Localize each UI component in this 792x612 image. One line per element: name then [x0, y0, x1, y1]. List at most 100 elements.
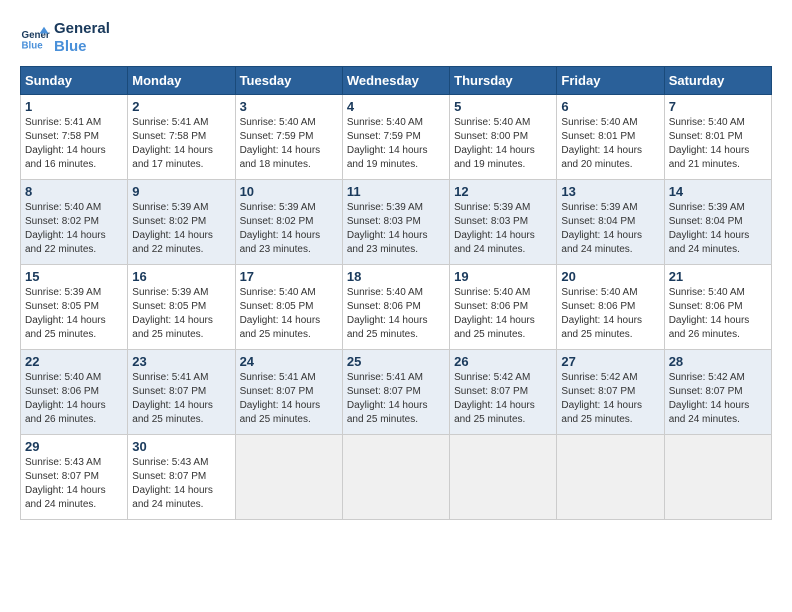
- logo-blue: Blue: [54, 38, 110, 56]
- calendar-cell: 19 Sunrise: 5:40 AM Sunset: 8:06 PM Dayl…: [450, 265, 557, 350]
- daylight-label: Daylight: 14 hours and 25 minutes.: [347, 315, 428, 340]
- daylight-label: Daylight: 14 hours and 24 minutes.: [561, 230, 642, 255]
- day-number: 17: [240, 269, 338, 284]
- day-number: 20: [561, 269, 659, 284]
- day-number: 30: [132, 439, 230, 454]
- sunrise-label: Sunrise: 5:40 AM: [669, 287, 745, 298]
- day-info: Sunrise: 5:39 AM Sunset: 8:02 PM Dayligh…: [132, 201, 230, 257]
- sunset-label: Sunset: 8:03 PM: [454, 216, 528, 227]
- day-info: Sunrise: 5:43 AM Sunset: 8:07 PM Dayligh…: [25, 456, 123, 512]
- day-info: Sunrise: 5:40 AM Sunset: 8:02 PM Dayligh…: [25, 201, 123, 257]
- sunset-label: Sunset: 8:07 PM: [132, 386, 206, 397]
- page-header: General Blue General Blue: [20, 20, 772, 56]
- daylight-label: Daylight: 14 hours and 21 minutes.: [669, 145, 750, 170]
- calendar-cell: [235, 435, 342, 520]
- daylight-label: Daylight: 14 hours and 24 minutes.: [132, 485, 213, 510]
- sunrise-label: Sunrise: 5:40 AM: [25, 372, 101, 383]
- day-info: Sunrise: 5:39 AM Sunset: 8:03 PM Dayligh…: [347, 201, 445, 257]
- day-number: 14: [669, 184, 767, 199]
- daylight-label: Daylight: 14 hours and 23 minutes.: [347, 230, 428, 255]
- sunrise-label: Sunrise: 5:39 AM: [454, 202, 530, 213]
- sunrise-label: Sunrise: 5:41 AM: [132, 372, 208, 383]
- calendar-week-5: 29 Sunrise: 5:43 AM Sunset: 8:07 PM Dayl…: [21, 435, 772, 520]
- sunset-label: Sunset: 8:06 PM: [347, 301, 421, 312]
- day-number: 15: [25, 269, 123, 284]
- calendar-cell: 5 Sunrise: 5:40 AM Sunset: 8:00 PM Dayli…: [450, 95, 557, 180]
- sunrise-label: Sunrise: 5:43 AM: [25, 457, 101, 468]
- day-info: Sunrise: 5:41 AM Sunset: 7:58 PM Dayligh…: [132, 116, 230, 172]
- sunrise-label: Sunrise: 5:43 AM: [132, 457, 208, 468]
- daylight-label: Daylight: 14 hours and 19 minutes.: [347, 145, 428, 170]
- calendar-cell: [664, 435, 771, 520]
- logo: General Blue General Blue: [20, 20, 110, 56]
- sunset-label: Sunset: 8:05 PM: [240, 301, 314, 312]
- day-number: 19: [454, 269, 552, 284]
- day-info: Sunrise: 5:42 AM Sunset: 8:07 PM Dayligh…: [454, 371, 552, 427]
- day-number: 22: [25, 354, 123, 369]
- sunset-label: Sunset: 7:58 PM: [132, 131, 206, 142]
- calendar-header-row: SundayMondayTuesdayWednesdayThursdayFrid…: [21, 67, 772, 95]
- sunrise-label: Sunrise: 5:40 AM: [454, 287, 530, 298]
- day-info: Sunrise: 5:43 AM Sunset: 8:07 PM Dayligh…: [132, 456, 230, 512]
- day-info: Sunrise: 5:41 AM Sunset: 8:07 PM Dayligh…: [347, 371, 445, 427]
- sunrise-label: Sunrise: 5:40 AM: [561, 287, 637, 298]
- day-info: Sunrise: 5:41 AM Sunset: 8:07 PM Dayligh…: [132, 371, 230, 427]
- sunrise-label: Sunrise: 5:39 AM: [132, 202, 208, 213]
- calendar-cell: 11 Sunrise: 5:39 AM Sunset: 8:03 PM Dayl…: [342, 180, 449, 265]
- sunrise-label: Sunrise: 5:42 AM: [561, 372, 637, 383]
- sunrise-label: Sunrise: 5:41 AM: [132, 117, 208, 128]
- sunrise-label: Sunrise: 5:39 AM: [561, 202, 637, 213]
- daylight-label: Daylight: 14 hours and 25 minutes.: [454, 400, 535, 425]
- daylight-label: Daylight: 14 hours and 23 minutes.: [240, 230, 321, 255]
- calendar-table: SundayMondayTuesdayWednesdayThursdayFrid…: [20, 66, 772, 520]
- header-monday: Monday: [128, 67, 235, 95]
- calendar-cell: 6 Sunrise: 5:40 AM Sunset: 8:01 PM Dayli…: [557, 95, 664, 180]
- calendar-cell: 10 Sunrise: 5:39 AM Sunset: 8:02 PM Dayl…: [235, 180, 342, 265]
- sunset-label: Sunset: 8:06 PM: [561, 301, 635, 312]
- day-number: 9: [132, 184, 230, 199]
- calendar-cell: 21 Sunrise: 5:40 AM Sunset: 8:06 PM Dayl…: [664, 265, 771, 350]
- calendar-cell: [450, 435, 557, 520]
- calendar-cell: 20 Sunrise: 5:40 AM Sunset: 8:06 PM Dayl…: [557, 265, 664, 350]
- logo-general: General: [54, 20, 110, 38]
- daylight-label: Daylight: 14 hours and 25 minutes.: [132, 315, 213, 340]
- daylight-label: Daylight: 14 hours and 25 minutes.: [132, 400, 213, 425]
- sunset-label: Sunset: 8:03 PM: [347, 216, 421, 227]
- calendar-cell: 15 Sunrise: 5:39 AM Sunset: 8:05 PM Dayl…: [21, 265, 128, 350]
- day-number: 13: [561, 184, 659, 199]
- calendar-cell: 2 Sunrise: 5:41 AM Sunset: 7:58 PM Dayli…: [128, 95, 235, 180]
- daylight-label: Daylight: 14 hours and 18 minutes.: [240, 145, 321, 170]
- day-number: 6: [561, 99, 659, 114]
- day-info: Sunrise: 5:39 AM Sunset: 8:03 PM Dayligh…: [454, 201, 552, 257]
- day-number: 7: [669, 99, 767, 114]
- daylight-label: Daylight: 14 hours and 26 minutes.: [669, 315, 750, 340]
- header-saturday: Saturday: [664, 67, 771, 95]
- day-number: 23: [132, 354, 230, 369]
- calendar-cell: 7 Sunrise: 5:40 AM Sunset: 8:01 PM Dayli…: [664, 95, 771, 180]
- day-number: 25: [347, 354, 445, 369]
- day-number: 26: [454, 354, 552, 369]
- calendar-cell: 26 Sunrise: 5:42 AM Sunset: 8:07 PM Dayl…: [450, 350, 557, 435]
- sunset-label: Sunset: 8:02 PM: [132, 216, 206, 227]
- day-info: Sunrise: 5:40 AM Sunset: 8:06 PM Dayligh…: [561, 286, 659, 342]
- daylight-label: Daylight: 14 hours and 25 minutes.: [25, 315, 106, 340]
- day-info: Sunrise: 5:39 AM Sunset: 8:05 PM Dayligh…: [25, 286, 123, 342]
- day-info: Sunrise: 5:40 AM Sunset: 8:06 PM Dayligh…: [347, 286, 445, 342]
- day-number: 4: [347, 99, 445, 114]
- sunset-label: Sunset: 8:01 PM: [561, 131, 635, 142]
- daylight-label: Daylight: 14 hours and 25 minutes.: [240, 400, 321, 425]
- daylight-label: Daylight: 14 hours and 25 minutes.: [240, 315, 321, 340]
- calendar-cell: 23 Sunrise: 5:41 AM Sunset: 8:07 PM Dayl…: [128, 350, 235, 435]
- day-number: 21: [669, 269, 767, 284]
- day-number: 12: [454, 184, 552, 199]
- daylight-label: Daylight: 14 hours and 20 minutes.: [561, 145, 642, 170]
- sunrise-label: Sunrise: 5:40 AM: [561, 117, 637, 128]
- day-number: 16: [132, 269, 230, 284]
- calendar-cell: 14 Sunrise: 5:39 AM Sunset: 8:04 PM Dayl…: [664, 180, 771, 265]
- sunset-label: Sunset: 8:06 PM: [669, 301, 743, 312]
- calendar-cell: 9 Sunrise: 5:39 AM Sunset: 8:02 PM Dayli…: [128, 180, 235, 265]
- day-info: Sunrise: 5:39 AM Sunset: 8:05 PM Dayligh…: [132, 286, 230, 342]
- day-number: 3: [240, 99, 338, 114]
- day-info: Sunrise: 5:41 AM Sunset: 7:58 PM Dayligh…: [25, 116, 123, 172]
- daylight-label: Daylight: 14 hours and 25 minutes.: [454, 315, 535, 340]
